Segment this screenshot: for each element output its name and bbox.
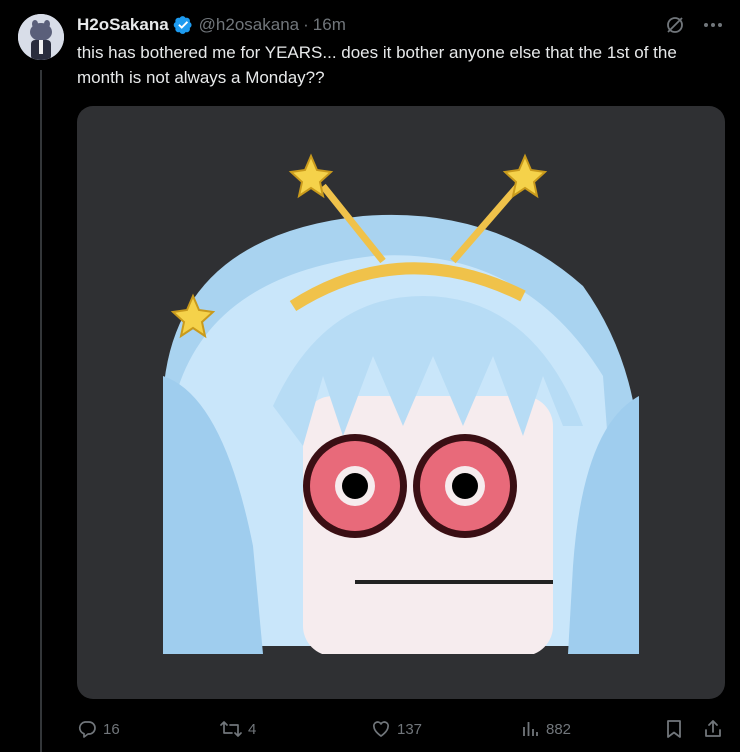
thread-line [40,70,42,752]
retweet-icon [220,721,242,737]
views-button[interactable]: 882 [520,719,571,739]
media-image [163,153,639,654]
reply-icon [78,721,96,738]
tweet-header: H2oSakana @h2osakana · 16m [77,14,346,36]
top-actions [664,14,724,36]
views-icon [523,722,538,736]
tweet-media[interactable] [77,106,725,699]
share-icon [705,720,721,737]
author-name[interactable]: H2oSakana [77,15,169,35]
avatar-image [18,14,64,60]
retweet-count: 4 [248,720,257,738]
share-button[interactable] [703,719,723,739]
more-icon[interactable] [702,14,724,36]
action-bar: 16 4 137 882 [77,717,725,741]
grok-icon[interactable] [664,14,686,36]
author-handle[interactable]: @h2osakana [199,15,299,35]
timestamp[interactable]: 16m [313,15,346,35]
retweet-button[interactable]: 4 [220,719,256,739]
avatar[interactable] [18,14,64,60]
bookmark-icon [667,720,681,738]
like-count: 137 [397,720,423,738]
bookmark-button[interactable] [665,719,683,739]
like-button[interactable]: 137 [371,719,422,739]
tweet-text: this has bothered me for YEARS... does i… [77,43,677,87]
separator: · [303,15,309,34]
reply-button[interactable]: 16 [77,719,120,739]
reply-count: 16 [103,720,120,738]
views-count: 882 [546,720,572,738]
heart-icon [373,721,389,737]
verified-badge-icon [173,16,192,34]
